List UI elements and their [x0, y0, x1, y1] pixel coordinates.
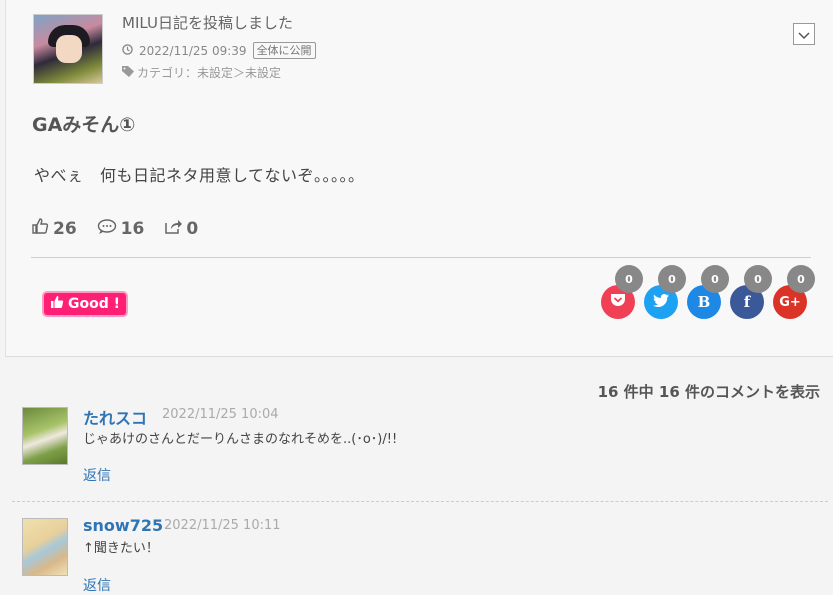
avatar-face [56, 35, 82, 63]
clock-icon [122, 43, 133, 58]
visibility-badge: 全体に公開 [252, 42, 316, 59]
good-button[interactable]: Good ! [42, 291, 128, 317]
reply-link[interactable]: 返信 [83, 575, 111, 595]
commenter-avatar[interactable] [22, 407, 68, 465]
tag-icon [122, 65, 134, 80]
comment-item: snow725 2022/11/25 10:11 ↑聞きたい！ 返信 [0, 516, 833, 595]
share-arrow-icon [164, 218, 183, 240]
comment-date: 2022/11/25 10:04 [162, 407, 279, 422]
post-menu-dropdown[interactable] [793, 23, 815, 45]
hatena-count-badge: 0 [701, 265, 729, 293]
comment-text: じゃあけのさんとだーりんさまのなれそめを..(･o･)/!! [83, 432, 398, 447]
speech-bubble-icon [97, 218, 117, 240]
facebook-f-icon: f [743, 293, 751, 311]
author-avatar[interactable] [33, 14, 103, 84]
like-count[interactable]: 26 [31, 217, 77, 240]
reply-link[interactable]: 返信 [83, 465, 111, 485]
post-category: カテゴリ：未設定＞未設定 [122, 64, 281, 81]
post-title: MILU日記を投稿しました [122, 14, 293, 32]
post-date: 2022/11/25 09:39 [139, 43, 247, 58]
google-plus-icon: G+ [779, 294, 801, 310]
section-divider [31, 257, 811, 258]
thumbs-up-icon [50, 295, 64, 313]
google-plus-count-badge: 0 [787, 265, 815, 293]
thumbs-up-icon [31, 217, 49, 240]
chevron-down-icon [798, 25, 810, 44]
commenter-name[interactable]: たれスコ [83, 405, 147, 429]
comment-item: たれスコ 2022/11/25 10:04 じゃあけのさんとだーりんさまのなれそ… [0, 405, 833, 497]
post-body: やべぇ 何も日記ネタ用意してないぞ。。。。。 [34, 166, 365, 185]
good-label: Good ! [67, 296, 120, 312]
facebook-count-badge: 0 [744, 265, 772, 293]
post-heading: GAみそん① [32, 114, 136, 136]
commenter-name[interactable]: snow725 [83, 516, 163, 535]
comment-text: ↑聞きたい！ [83, 541, 159, 556]
post-stats: 26 16 0 [31, 217, 198, 240]
comments-count-header: 16 件中 16 件のコメントを表示 [597, 383, 820, 401]
share-count[interactable]: 0 [164, 217, 198, 240]
comment-count[interactable]: 16 [97, 217, 144, 240]
post-meta: 2022/11/25 09:39 全体に公開 [122, 42, 316, 59]
twitter-count-badge: 0 [658, 265, 686, 293]
pocket-icon [610, 293, 626, 311]
hatena-b-icon: B [697, 293, 711, 311]
comment-divider [12, 501, 828, 502]
pocket-count-badge: 0 [615, 265, 643, 293]
twitter-bird-icon [653, 293, 669, 311]
comment-date: 2022/11/25 10:11 [164, 518, 281, 533]
category-label: カテゴリ：未設定＞未設定 [137, 66, 282, 80]
commenter-avatar[interactable] [22, 518, 68, 576]
